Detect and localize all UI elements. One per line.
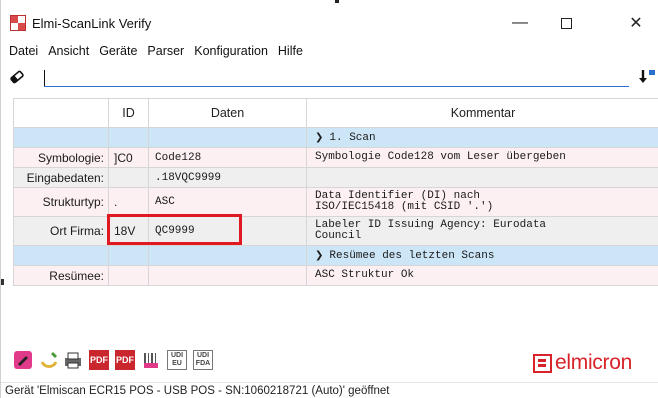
row-comment-line: Council [315,230,362,242]
row-comment: Labeler ID Issuing Agency: Eurodata Counc… [306,216,658,246]
header-daten: Daten [148,98,307,128]
group-cell [148,245,307,266]
udi-eu-l2: EU [172,360,182,367]
group-cell [13,245,109,266]
maximize-icon [560,17,572,29]
row-data: ASC [148,187,307,217]
row-comment-line: Labeler ID Issuing Agency: Eurodata [315,219,547,231]
udi-eu-icon[interactable]: UDI EU [167,350,187,370]
udi-fda-l2: FDA [195,360,211,367]
minimize-button[interactable]: — [497,10,543,36]
table-row: Resümee: ASC Struktur Ok [13,265,658,286]
group-cell [148,127,307,148]
row-comment [306,167,658,188]
pdf-icon[interactable]: PDF [89,350,109,370]
command-input[interactable] [44,68,629,87]
row-comment: ASC Struktur Ok [306,265,658,286]
row-data: Code128 [148,147,307,168]
title-bar: Elmi-ScanLink Verify — ✕ [1,6,658,38]
group-cell: ❯ Resümee des letzten Scans [306,245,658,266]
table-row: Symbologie: ]C0 Code128 Symbologie Code1… [13,147,658,168]
row-label: Eingabedaten: [13,167,109,188]
row-label: Ort Firma: [13,216,109,246]
header-label [13,98,109,128]
brand-logo: elmicron [533,351,658,374]
table-row: Eingabedaten: .18VQC9999 [13,167,658,188]
table-row: Strukturtyp: . ASC Data Identifier (DI) … [13,187,658,217]
download-arrow-icon[interactable] [637,68,657,86]
command-row [1,64,658,90]
app-window: Elmi-ScanLink Verify — ✕ Datei Ansicht G… [0,0,658,398]
group-title-scan: 1. Scan [329,131,376,144]
top-edge [1,0,658,4]
group-row-scan[interactable]: ❯ 1. Scan [13,127,658,148]
row-label: Symbologie: [13,147,109,168]
clear-icon[interactable] [39,350,59,370]
eraser-icon[interactable] [9,69,25,85]
table-header-row: ID Daten Kommentar [13,98,658,128]
gs1-icon[interactable] [141,350,161,370]
menu-geraete[interactable]: Geräte [99,44,137,58]
menu-hilfe[interactable]: Hilfe [278,44,303,58]
header-kommentar: Kommentar [306,98,658,128]
row-comment: Data Identifier (DI) nach ISO/IEC15418 (m… [306,187,658,217]
brand-mark-icon [533,353,552,373]
group-cell [108,127,149,148]
edit-icon[interactable] [13,350,33,370]
group-cell [108,245,149,266]
maximize-button[interactable] [543,10,589,36]
group-title-summary: Resümee des letzten Scans [329,249,495,262]
row-id [108,265,149,286]
header-id: ID [108,98,149,128]
window-title: Elmi-ScanLink Verify [32,16,152,31]
row-id: ]C0 [108,147,149,168]
row-data [148,265,307,286]
chevron-down-icon[interactable]: ❯ [315,132,323,143]
menu-parser[interactable]: Parser [147,44,184,58]
row-id [108,167,149,188]
row-comment: Symbologie Code128 vom Leser übergeben [306,147,658,168]
group-row-summary[interactable]: ❯ Resümee des letzten Scans [13,245,658,266]
print-icon[interactable] [63,350,83,370]
menu-ansicht[interactable]: Ansicht [48,44,89,58]
udi-eu-l1: UDI [170,352,184,359]
app-icon [10,15,26,31]
status-bar: Gerät 'Elmiscan ECR15 POS - USB POS - SN… [1,382,658,398]
row-label: Strukturtyp: [13,187,109,217]
row-id: . [108,187,149,217]
group-cell: ❯ 1. Scan [306,127,658,148]
udi-fda-l1: UDI [196,352,210,359]
pdf-export-icon[interactable]: PDF [115,350,135,370]
udi-fda-icon[interactable]: UDI FDA [193,350,213,370]
group-cell [13,127,109,148]
menu-konfiguration[interactable]: Konfiguration [194,44,268,58]
text-caret [44,70,45,86]
menu-datei[interactable]: Datei [9,44,38,58]
highlight-box [107,214,242,245]
menu-bar: Datei Ansicht Geräte Parser Konfiguratio… [1,40,658,62]
close-button[interactable]: ✕ [613,10,658,36]
top-edge-mark [335,0,339,3]
chevron-down-icon[interactable]: ❯ [315,250,323,261]
edge-mark [1,279,4,285]
row-label: Resümee: [13,265,109,286]
scan-result-table: ID Daten Kommentar ❯ 1. Scan Symbologie: … [13,98,658,286]
row-comment-line: ISO/IEC15418 (mit CSID '.') [315,201,494,213]
row-data: .18VQC9999 [148,167,307,188]
brand-name: elmicron [555,351,632,374]
